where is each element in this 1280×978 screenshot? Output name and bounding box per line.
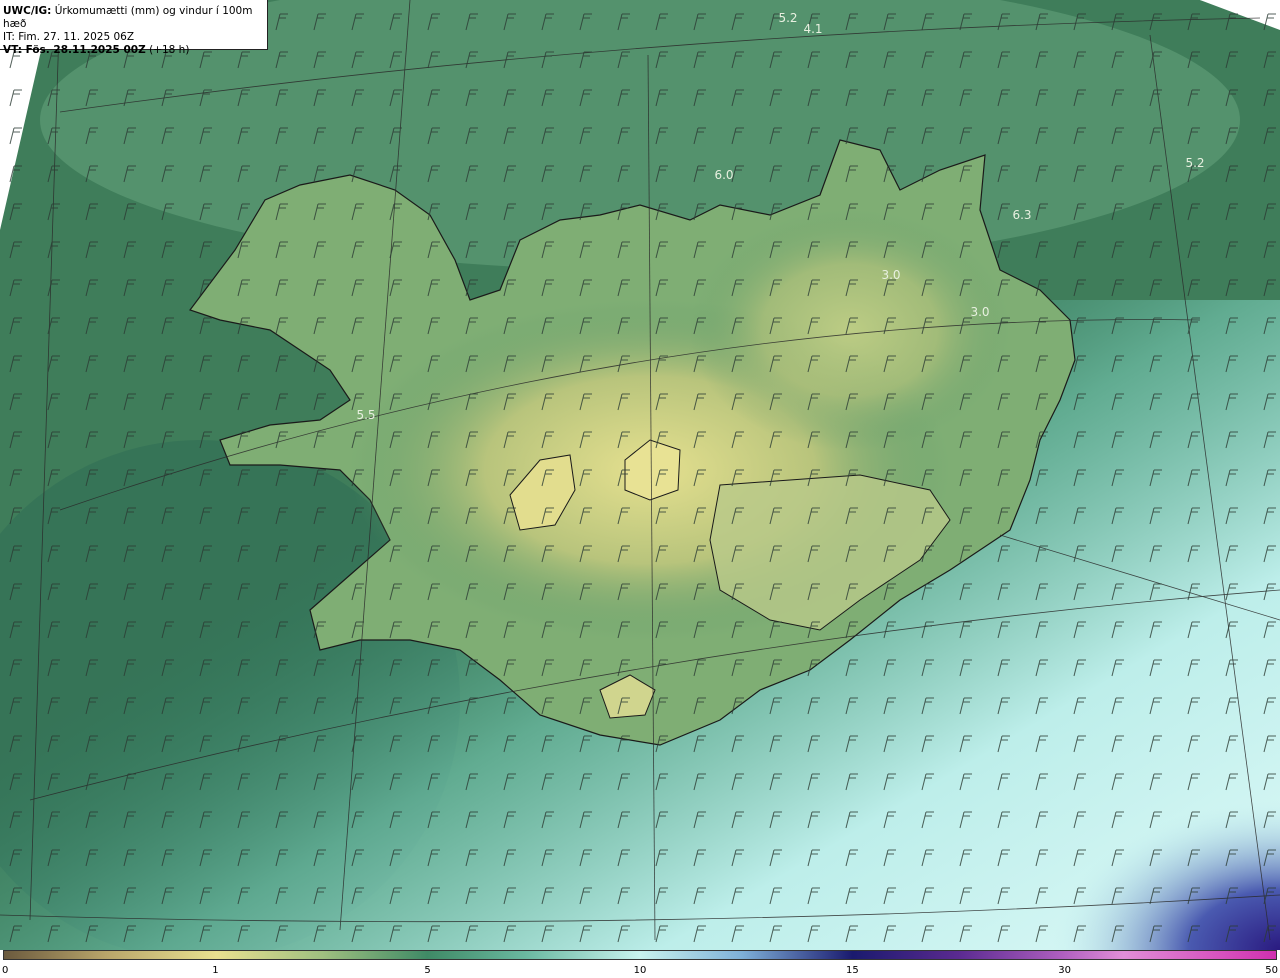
valid-time: VT: Fös. 28.11.2025 00Z bbox=[3, 44, 146, 56]
contour-label: 4.1 bbox=[803, 22, 822, 36]
colorbar-tick-label: 10 bbox=[633, 965, 647, 976]
colorbar-tick-label: 30 bbox=[1058, 965, 1071, 976]
colorbar-strip bbox=[3, 950, 1277, 960]
contour-label: 3.0 bbox=[881, 268, 900, 282]
title-line: UWC/IG: Úrkomumætti (mm) og vindur í 100… bbox=[3, 5, 267, 31]
contour-label: 3.0 bbox=[970, 305, 989, 319]
valid-line: VT: Fös. 28.11.2025 00Z (+18 h) bbox=[3, 44, 267, 57]
colorbar-tick-label: 1 bbox=[212, 965, 219, 976]
colorbar-tick-label: 5 bbox=[424, 965, 431, 976]
contour-label: 5.5 bbox=[356, 408, 375, 422]
contour-label: 6.0 bbox=[714, 168, 733, 182]
map-title-box: UWC/IG: Úrkomumætti (mm) og vindur í 100… bbox=[0, 0, 268, 56]
contour-label: 5.2 bbox=[1185, 156, 1204, 170]
colorbar-tick-label: 15 bbox=[846, 965, 859, 976]
wind-barbs bbox=[0, 0, 1280, 950]
lead-time: (+18 h) bbox=[149, 44, 190, 56]
precipitation-wind-map: 5.2 4.1 6.0 5.2 6.3 3.0 3.0 5.5 bbox=[0, 0, 1280, 950]
model-label: UWC/IG: bbox=[3, 5, 52, 17]
contour-label: 6.3 bbox=[1012, 208, 1031, 222]
init-time: IT: Fim. 27. 11. 2025 06Z bbox=[3, 31, 135, 43]
colorbar-tick-label: 0 bbox=[2, 965, 9, 976]
colorbar-tick-label: 50 bbox=[1265, 965, 1278, 976]
colorbar: 0 1 5 10 15 30 50 bbox=[0, 950, 1280, 978]
contour-label: 5.2 bbox=[778, 11, 797, 25]
